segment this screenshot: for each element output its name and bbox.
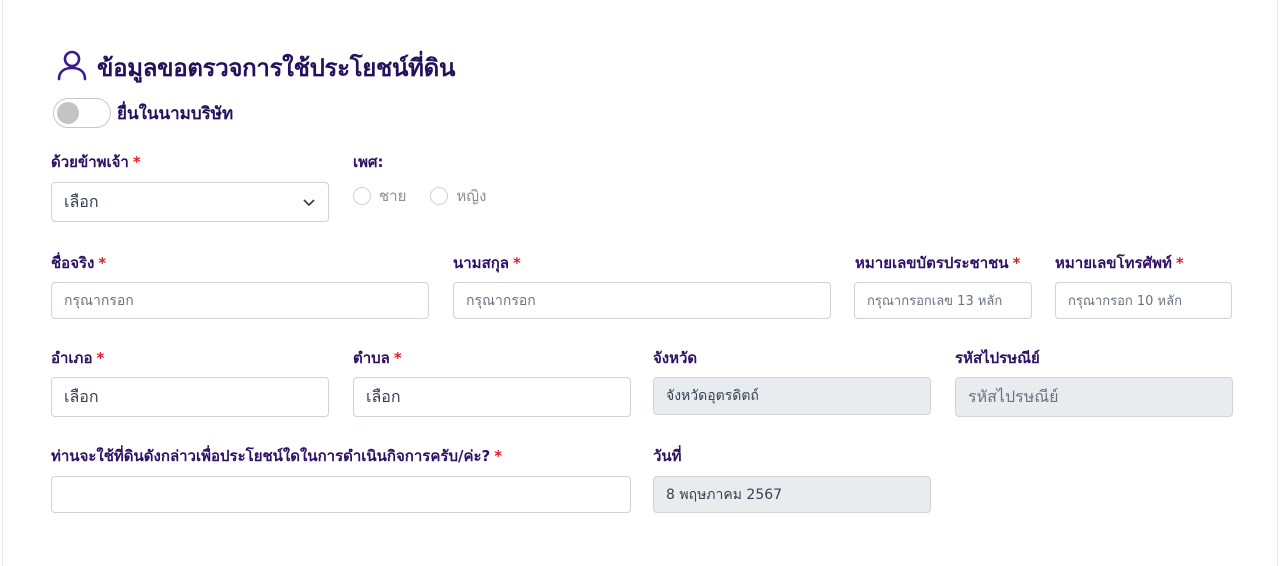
company-toggle[interactable] bbox=[53, 98, 111, 128]
form-header: ข้อมูลขอตรวจการใช้ประโยชน์ที่ดิน bbox=[53, 46, 455, 88]
prefix-select-value: เลือก bbox=[64, 191, 99, 211]
company-toggle-label: ยื่นในนามบริษัท bbox=[117, 103, 234, 124]
gender-radio-group: ชาย หญิง bbox=[353, 184, 510, 208]
postal-code-field: รหัสไปรษณีย์ bbox=[955, 377, 1233, 417]
postal-code-label: รหัสไปรษณีย์ bbox=[955, 349, 1040, 367]
purpose-input[interactable] bbox=[51, 476, 631, 513]
chevron-down-icon bbox=[303, 199, 315, 207]
gender-option-label: ชาย bbox=[379, 187, 407, 205]
phone-input[interactable]: กรุณากรอก 10 หลัก bbox=[1055, 282, 1232, 319]
user-icon bbox=[53, 46, 91, 88]
gender-option-label: หญิง bbox=[456, 187, 487, 205]
prefix-select[interactable]: เลือก bbox=[51, 182, 329, 222]
id-card-input[interactable]: กรุณากรอกเลข 13 หลัก bbox=[854, 282, 1032, 319]
purpose-label: ท่านจะใช้ที่ดินดังกล่าวเพื่อประโยชน์ใดใน… bbox=[51, 447, 503, 465]
page-title: ข้อมูลขอตรวจการใช้ประโยชน์ที่ดิน bbox=[97, 53, 456, 82]
prefix-label: ด้วยข้าพเจ้า * bbox=[51, 153, 141, 171]
first-name-input[interactable]: กรุณากรอก bbox=[51, 282, 429, 319]
district-label: อำเภอ * bbox=[51, 349, 105, 367]
company-toggle-row: ยื่นในนามบริษัท bbox=[53, 98, 233, 128]
radio-button[interactable] bbox=[430, 187, 449, 205]
gender-option-male[interactable]: ชาย bbox=[353, 184, 406, 208]
subdistrict-label: ตำบล * bbox=[353, 349, 402, 367]
last-name-label: นามสกุล * bbox=[453, 254, 521, 272]
toggle-knob bbox=[57, 102, 79, 124]
first-name-label: ชื่อจริง * bbox=[51, 254, 107, 272]
radio-button[interactable] bbox=[353, 187, 371, 205]
date-field: 8 พฤษภาคม 2567 bbox=[653, 476, 931, 513]
id-card-label: หมายเลขบัตรประชาชน * bbox=[855, 254, 1021, 272]
phone-label: หมายเลขโทรศัพท์ * bbox=[1055, 254, 1184, 272]
subdistrict-select[interactable]: เลือก bbox=[353, 377, 631, 417]
form-card: ข้อมูลขอตรวจการใช้ประโยชน์ที่ดิน ยื่นในน… bbox=[2, 0, 1278, 566]
last-name-input[interactable]: กรุณากรอก bbox=[453, 282, 831, 319]
province-label: จังหวัด bbox=[653, 349, 698, 367]
gender-label: เพศ: bbox=[353, 153, 384, 171]
gender-option-female[interactable]: หญิง bbox=[430, 184, 486, 208]
province-field: จังหวัดอุตรดิตถ์ bbox=[653, 377, 931, 415]
district-select[interactable]: เลือก bbox=[51, 377, 329, 417]
date-label: วันที่ bbox=[653, 447, 682, 465]
